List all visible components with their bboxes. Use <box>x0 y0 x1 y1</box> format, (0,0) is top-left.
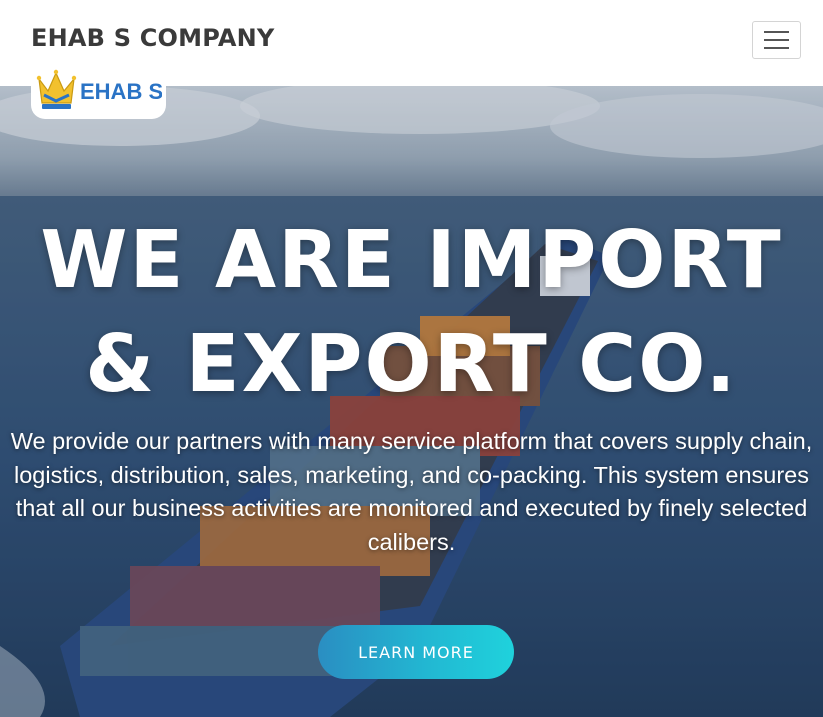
headline-line-2: & EXPORT CO. <box>85 318 738 410</box>
hero-description: We provide our partners with many servic… <box>10 428 813 555</box>
menu-toggle-button[interactable] <box>752 21 801 59</box>
hamburger-menu-icon-bar <box>764 39 789 41</box>
learn-more-button[interactable]: LEARN MORE <box>318 625 514 679</box>
hamburger-menu-icon-bar <box>764 47 789 49</box>
logo-graphic: EHAB S <box>36 69 162 109</box>
company-logo[interactable]: EHAB S <box>31 60 166 119</box>
hamburger-menu-icon <box>764 31 789 33</box>
hero-headline: WE ARE IMPORT & EXPORT CO. <box>0 208 823 416</box>
hero-section: WE ARE IMPORT & EXPORT CO. We provide ou… <box>0 86 823 717</box>
logo-text: EHAB S <box>80 79 162 104</box>
brand-name[interactable]: EHAB S COMPANY <box>31 24 274 52</box>
crown-icon <box>36 69 77 109</box>
headline-line-1: WE ARE IMPORT <box>40 214 783 306</box>
